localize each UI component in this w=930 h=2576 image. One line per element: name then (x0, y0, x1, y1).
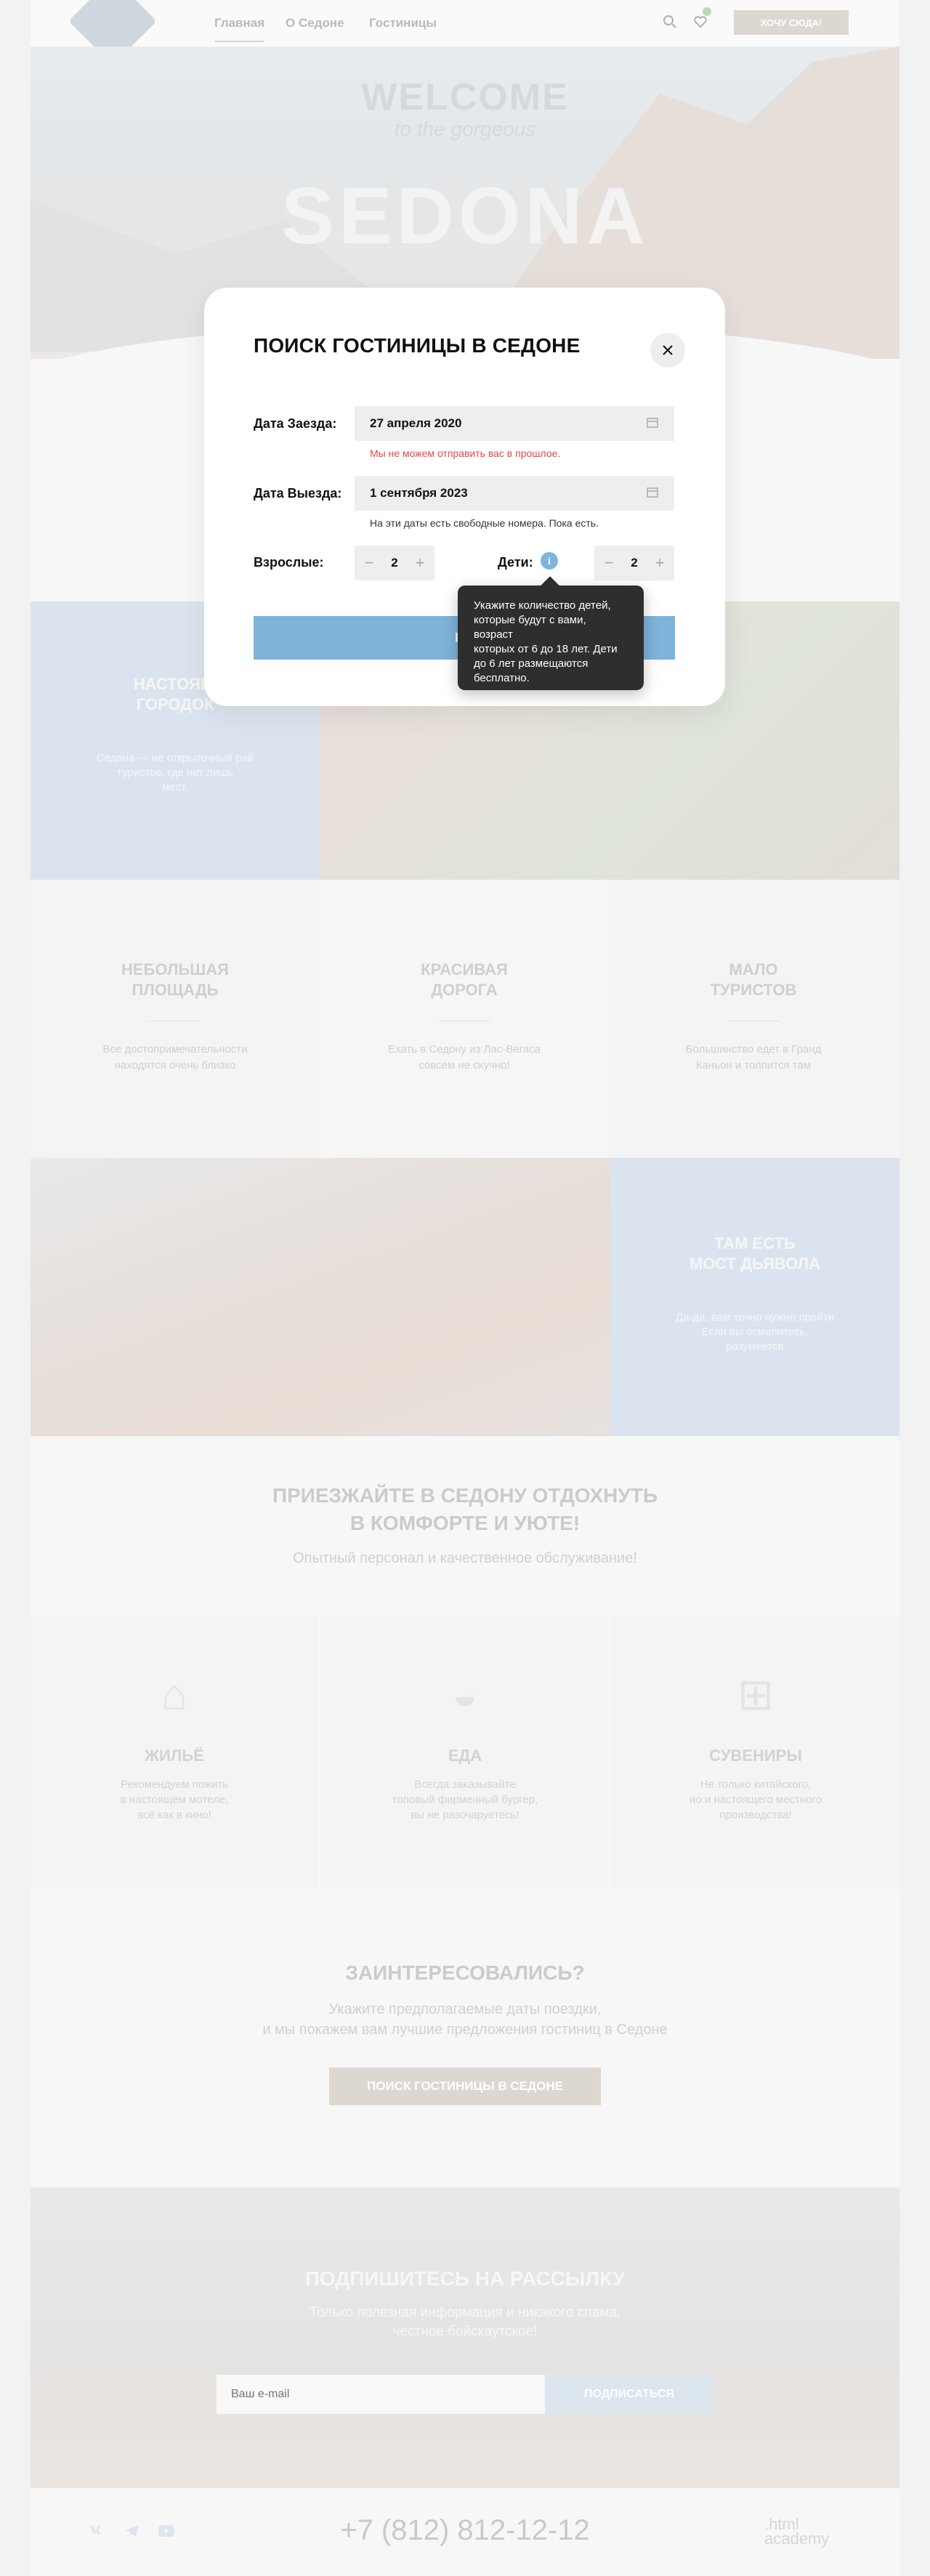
modal-title: ПОИСК ГОСТИНИЦЫ В СЕДОНЕ (254, 334, 581, 357)
modal-overlay[interactable]: ПОИСК ГОСТИНИЦЫ В СЕДОНЕ Дата Заезда: 27… (0, 0, 930, 2576)
tooltip-line-4: до 6 лет размещаются (474, 657, 589, 670)
tooltip-line-3: которых от 6 до 18 лет. Дети (474, 643, 618, 655)
checkout-hint: На эти даты есть свободные номера. Пока … (370, 517, 599, 529)
adults-value[interactable]: 2 (381, 546, 408, 580)
checkout-value: 1 сентября 2023 (370, 486, 468, 500)
tooltip-line-5: бесплатно. (474, 672, 530, 684)
checkout-field[interactable]: 1 сентября 2023 (355, 476, 674, 511)
children-stepper: − 2 + (594, 546, 674, 580)
children-minus-button[interactable]: − (596, 546, 622, 580)
children-tooltip: Укажите количество детей, которые будут … (458, 586, 644, 690)
checkin-label: Дата Заезда: (254, 416, 337, 431)
adults-stepper: − 2 + (355, 546, 434, 580)
info-icon[interactable]: i (541, 552, 558, 570)
children-plus-button[interactable]: + (647, 546, 673, 580)
calendar-icon[interactable] (647, 416, 660, 429)
close-icon (663, 345, 673, 355)
checkin-field[interactable]: 27 апреля 2020 (355, 406, 674, 441)
adults-label: Взрослые: (254, 555, 324, 570)
calendar-icon[interactable] (647, 486, 660, 499)
checkout-label: Дата Выезда: (254, 486, 342, 501)
children-value[interactable]: 2 (620, 546, 648, 580)
tooltip-line-2: которые будут с вами, возраст (474, 614, 586, 641)
checkin-value: 27 апреля 2020 (370, 416, 462, 430)
adults-plus-button[interactable]: + (407, 546, 433, 580)
close-button[interactable] (650, 333, 685, 368)
children-label: Дети: (498, 555, 533, 570)
tooltip-line-1: Укажите количество детей, (474, 599, 611, 612)
adults-minus-button[interactable]: − (356, 546, 382, 580)
checkin-error: Мы не можем отправить вас в прошлое. (370, 447, 561, 459)
